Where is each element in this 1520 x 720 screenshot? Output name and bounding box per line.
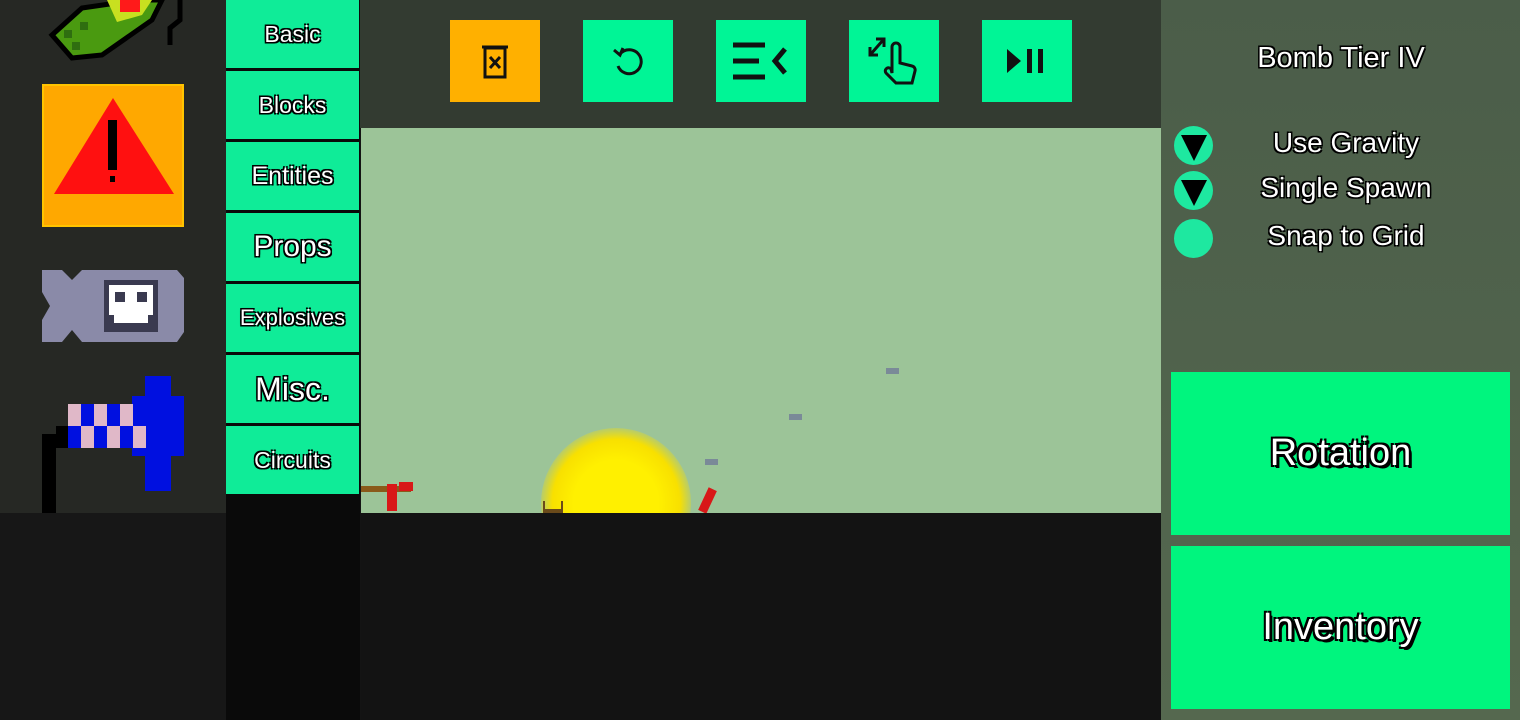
- skull-bomb-projectile: [789, 414, 802, 420]
- sandbox-canvas[interactable]: [361, 128, 1161, 513]
- use-gravity-label: Use Gravity: [1272, 127, 1420, 158]
- blue-detonator-icon[interactable]: [42, 376, 184, 518]
- category-list: Basic Blocks Entities Props Explosives M…: [226, 0, 360, 720]
- item-settings-panel: Bomb Tier IV Use Gravity Single Spawn Sn…: [1161, 0, 1520, 720]
- category-misc[interactable]: Misc.: [226, 355, 359, 423]
- category-props[interactable]: Props: [226, 213, 359, 281]
- explosion-glow: [541, 428, 691, 513]
- inventory-button[interactable]: Inventory: [1171, 546, 1510, 709]
- skull-bomb-icon[interactable]: [42, 270, 184, 342]
- drag-gesture-icon: [868, 37, 917, 85]
- toggle-snap-to-grid[interactable]: [1174, 219, 1213, 258]
- toggle-single-spawn[interactable]: [1174, 171, 1213, 210]
- rotation-button[interactable]: Rotation: [1171, 372, 1510, 535]
- small-table: [543, 501, 563, 513]
- ground: [361, 513, 1161, 720]
- snap-to-grid-label: Snap to Grid: [1267, 220, 1425, 251]
- skull-bomb-projectile: [886, 368, 899, 374]
- category-circuits[interactable]: Circuits: [226, 426, 359, 494]
- play-pause-button[interactable]: [982, 20, 1072, 102]
- collapse-menu-button[interactable]: [716, 20, 806, 102]
- clear-button[interactable]: [450, 20, 540, 102]
- single-spawn-label: Single Spawn: [1260, 172, 1432, 203]
- category-blocks[interactable]: Blocks: [226, 71, 359, 139]
- drag-mode-button[interactable]: [849, 20, 939, 102]
- green-grenade-icon[interactable]: [42, 0, 184, 78]
- ragdoll-figure: [387, 484, 397, 511]
- item-title: Bomb Tier IV: [1257, 42, 1425, 74]
- skull-bomb-projectile: [705, 459, 718, 465]
- checked-triangle-icon: [1180, 179, 1207, 206]
- item-palette-lower: [0, 513, 226, 720]
- checked-triangle-icon: [1180, 134, 1207, 161]
- play-pause-icon: [1007, 49, 1043, 73]
- clear-trash-icon: [482, 45, 508, 79]
- item-palette: [0, 0, 226, 616]
- category-basic[interactable]: Basic: [226, 0, 359, 68]
- ragdoll-head: [399, 482, 413, 491]
- toggle-use-gravity[interactable]: [1174, 126, 1213, 165]
- ragdoll-figure: [698, 487, 717, 513]
- category-explosives[interactable]: Explosives: [226, 284, 359, 352]
- undo-icon: [613, 47, 643, 76]
- collapse-menu-icon: [733, 42, 787, 80]
- undo-button[interactable]: [583, 20, 673, 102]
- toolbar: [360, 0, 1161, 128]
- warning-sign-icon[interactable]: [42, 84, 184, 227]
- category-entities[interactable]: Entities: [226, 142, 359, 210]
